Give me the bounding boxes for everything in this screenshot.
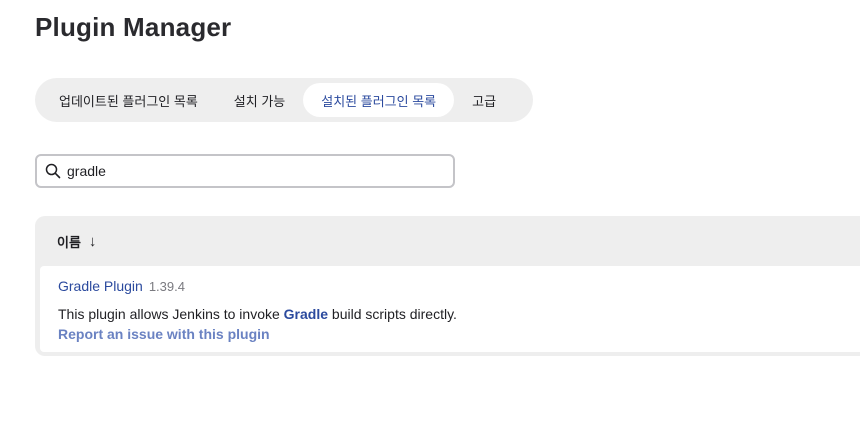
sort-arrow-icon[interactable]: ↓: [89, 233, 97, 250]
search-box[interactable]: [35, 154, 455, 188]
tab-advanced[interactable]: 고급: [454, 83, 514, 117]
plugin-description: This plugin allows Jenkins to invoke Gra…: [58, 306, 860, 322]
tab-updates[interactable]: 업데이트된 플러그인 목록: [41, 83, 216, 117]
search-input[interactable]: [67, 163, 427, 179]
tab-available[interactable]: 설치 가능: [216, 83, 303, 117]
description-text-end: build scripts directly.: [328, 306, 457, 322]
search-icon: [45, 163, 61, 179]
table-row: Gradle Plugin 1.39.4 This plugin allows J…: [40, 266, 860, 352]
column-header-name[interactable]: 이름: [57, 232, 81, 251]
report-issue-link[interactable]: Report an issue with this plugin: [58, 326, 860, 342]
table-header: 이름 ↓: [35, 216, 860, 266]
description-text-start: This plugin allows Jenkins to invoke: [58, 306, 284, 322]
tab-installed[interactable]: 설치된 플러그인 목록: [303, 83, 455, 117]
plugin-title-line: Gradle Plugin 1.39.4: [58, 278, 860, 294]
plugin-version: 1.39.4: [148, 279, 185, 294]
gradle-link[interactable]: Gradle: [284, 306, 328, 322]
tab-bar: 업데이트된 플러그인 목록 설치 가능 설치된 플러그인 목록 고급: [35, 78, 533, 122]
plugin-name-link[interactable]: Gradle Plugin: [58, 278, 143, 294]
page-title: Plugin Manager: [35, 12, 232, 42]
plugin-table: 이름 ↓ Gradle Plugin 1.39.4 This plugin all…: [35, 216, 860, 356]
